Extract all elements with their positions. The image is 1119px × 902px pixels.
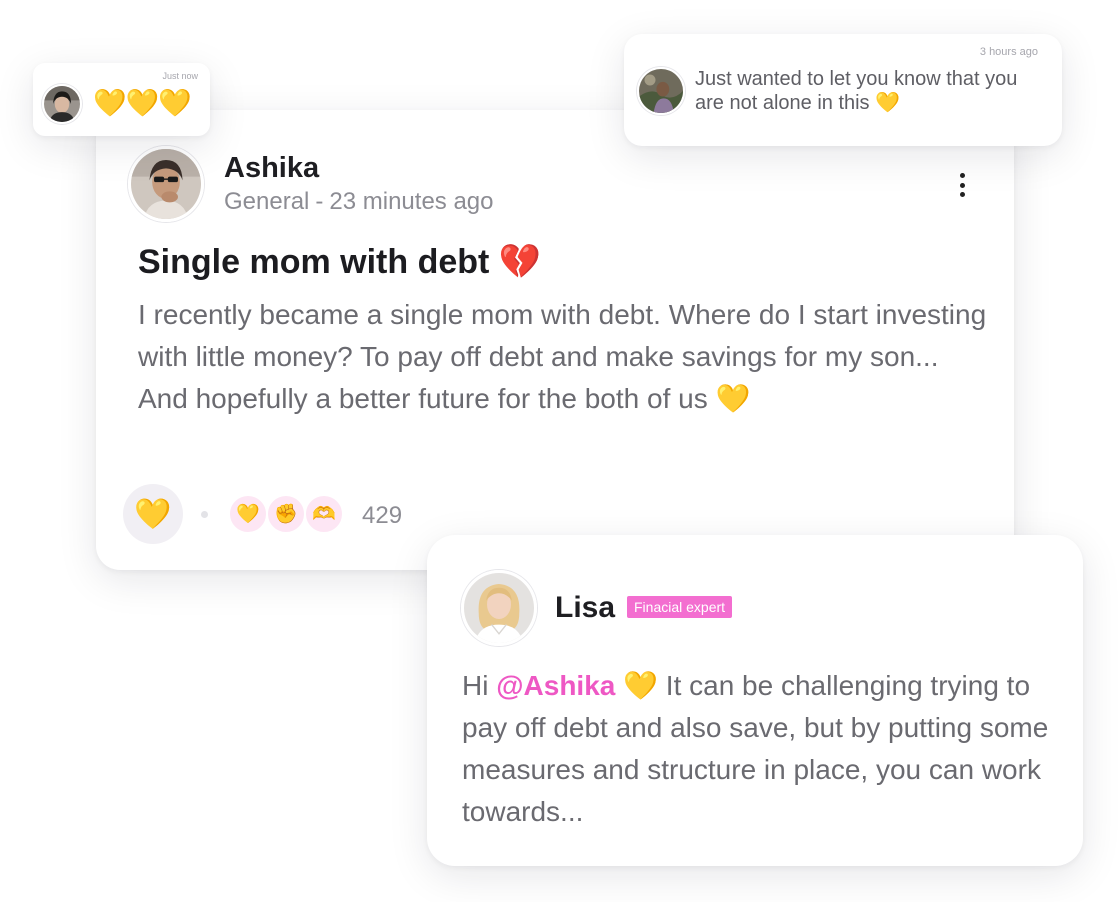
post-category[interactable]: General <box>224 188 309 215</box>
yellow-heart-icon: 💛 <box>623 670 659 701</box>
menu-dot <box>959 173 965 178</box>
avatar-photo <box>639 69 683 113</box>
reaction-heart-hands-icon[interactable]: 🫶 <box>304 494 344 534</box>
avatar[interactable] <box>637 67 685 115</box>
post-meta: General -23 minutes ago <box>224 188 494 216</box>
avatar[interactable] <box>461 570 537 646</box>
comment-timestamp: 3 hours ago <box>979 46 1038 58</box>
comment-text: Just wanted to let you know that you are… <box>695 67 1040 115</box>
avatar[interactable] <box>128 146 204 222</box>
post-timestamp: 23 minutes ago <box>329 188 494 215</box>
quick-reaction-comment: Just now 💛💛💛 <box>33 63 210 136</box>
post-body-text: I recently became a single mom with debt… <box>138 299 987 414</box>
avatar[interactable] <box>42 84 82 124</box>
yellow-heart-icon: 💛 <box>715 383 751 414</box>
reaction-yellow-heart-icon[interactable]: 💛 <box>228 494 268 534</box>
avatar-photo <box>464 573 534 643</box>
menu-dot <box>959 182 965 188</box>
react-button[interactable]: 💛 <box>123 484 183 544</box>
yellow-heart-icon: 💛 <box>134 497 172 531</box>
reaction-raised-fist-icon[interactable]: ✊ <box>266 494 306 534</box>
post-author-name[interactable]: Ashika <box>224 152 319 185</box>
reply-author-name[interactable]: Lisa <box>555 591 615 625</box>
post-body: I recently became a single mom with debt… <box>138 294 988 420</box>
user-mention-link[interactable]: @Ashika <box>496 670 615 701</box>
expert-badge: Finacial expert <box>627 596 733 618</box>
expert-reply-card: Lisa Finacial expert Hi @Ashika 💛 It can… <box>427 535 1083 866</box>
reply-body: Hi @Ashika 💛 It can be challenging tryin… <box>462 665 1062 833</box>
post-title: Single mom with debt 💔 <box>138 242 541 282</box>
yellow-hearts-icon: 💛💛💛 <box>93 88 192 118</box>
meta-separator: - <box>315 188 324 215</box>
post-title-text: Single mom with debt <box>138 243 490 281</box>
reaction-count[interactable]: 429 <box>362 502 402 530</box>
avatar-photo <box>44 86 80 122</box>
support-comment: 3 hours ago Just wanted to let you know … <box>624 34 1062 146</box>
reply-greeting: Hi <box>462 670 489 701</box>
comment-message: Just wanted to let you know that you are… <box>695 68 1018 114</box>
avatar-photo <box>131 149 201 219</box>
menu-dot <box>959 192 965 197</box>
separator-dot <box>201 511 208 518</box>
more-options-icon[interactable] <box>948 168 976 202</box>
yellow-heart-icon: 💛 <box>875 92 901 114</box>
comment-timestamp: Just now <box>162 71 198 81</box>
post-card: Ashika General -23 minutes ago Single mom… <box>96 110 1014 570</box>
broken-heart-icon: 💔 <box>498 243 542 281</box>
